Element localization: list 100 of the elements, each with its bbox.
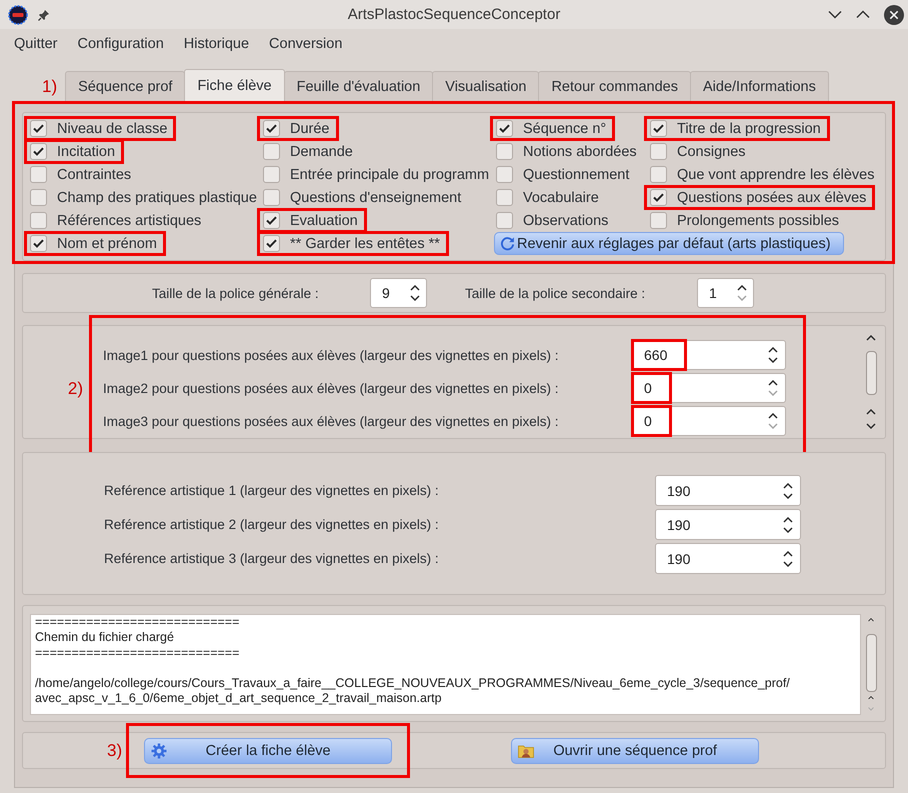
scrollbar-thumb[interactable] — [866, 634, 876, 692]
chevron-up-icon[interactable] — [783, 550, 793, 556]
checkmark-icon — [266, 216, 277, 225]
spin-box[interactable]: 0 — [632, 373, 786, 403]
minimize-icon[interactable] — [828, 10, 842, 19]
checkbox[interactable] — [650, 189, 667, 206]
spin-box[interactable]: 1 — [697, 278, 754, 308]
checkbox[interactable] — [30, 235, 47, 252]
spin-box[interactable]: 660 — [632, 340, 786, 370]
open-sequence-button[interactable]: Ouvrir une séquence prof — [511, 738, 760, 764]
checkmark-icon — [266, 124, 277, 133]
checkbox[interactable] — [496, 166, 513, 183]
checkbox[interactable] — [263, 120, 280, 137]
log-text-area[interactable] — [30, 614, 861, 715]
checkbox-option[interactable]: Prolongements possibles — [650, 212, 840, 229]
create-sheet-button[interactable]: Créer la fiche élève — [144, 738, 392, 764]
checkbox-option[interactable]: Questionnement — [496, 166, 630, 183]
checkbox-option[interactable]: Niveau de classe — [30, 120, 168, 137]
scrollbar-thumb[interactable] — [866, 351, 876, 395]
checkmark-icon — [33, 147, 44, 156]
field-label: Taille de la police secondaire : — [465, 286, 646, 300]
checkbox-option[interactable]: Evaluation — [263, 212, 358, 229]
menu-item[interactable]: Quitter — [14, 36, 58, 60]
tab[interactable]: Visualisation — [432, 71, 540, 101]
chevron-up-icon[interactable] — [783, 482, 793, 488]
checkbox[interactable] — [263, 212, 280, 229]
checkbox[interactable] — [496, 143, 513, 160]
menu-item[interactable]: Configuration — [78, 36, 164, 60]
tab[interactable]: Aide/Informations — [690, 71, 829, 101]
chevron-down-icon[interactable] — [410, 295, 420, 301]
checkbox-option[interactable]: Contraintes — [30, 166, 132, 183]
checkbox[interactable] — [263, 166, 280, 183]
chevron-up-icon[interactable] — [410, 285, 420, 291]
checkbox[interactable] — [30, 212, 47, 229]
checkbox[interactable] — [263, 189, 280, 206]
checkbox-option[interactable]: Titre de la progression — [650, 120, 821, 137]
pin-icon[interactable] — [38, 8, 50, 20]
checkbox-option[interactable]: Séquence n° — [496, 120, 606, 137]
checkbox[interactable] — [496, 120, 513, 137]
checkbox[interactable] — [496, 212, 513, 229]
spin-box[interactable]: 190 — [655, 475, 801, 506]
field-label: Reférence artistique 1 (largeur des vignettes en pixels) : — [104, 483, 440, 498]
close-icon[interactable] — [884, 4, 904, 24]
chevron-up-icon[interactable] — [768, 413, 778, 419]
checkbox[interactable] — [30, 120, 47, 137]
tab[interactable]: Feuille d'évaluation — [284, 71, 434, 101]
window-title: ArtsPlastocSequenceConceptor — [348, 6, 560, 23]
folder-icon — [518, 742, 534, 758]
log-line: Chemin du fichier chargé — [35, 630, 175, 646]
log-line: /home/angelo/college/cours/Cours_Travaux_a_faire__COLLEGE_NOUVEAUX_PROGRAMMES/Niveau_6eme_cycle_3/sequence_prof/ — [35, 676, 791, 692]
checkbox-option[interactable]: Vocabulaire — [496, 189, 599, 206]
checkbox-option[interactable]: Champ des pratiques plastique — [30, 189, 257, 206]
chevron-up-icon[interactable] — [768, 380, 778, 386]
checkbox[interactable] — [650, 120, 667, 137]
menu-item[interactable]: Historique — [184, 36, 250, 60]
checkbox-option[interactable]: Entrée principale du programm — [263, 166, 490, 183]
tab[interactable]: Retour commandes — [538, 71, 691, 101]
checkbox-option[interactable]: Que vont apprendre les élèves — [650, 166, 874, 183]
logo-icon — [8, 4, 28, 24]
chevron-down-icon[interactable] — [768, 357, 778, 363]
reset-defaults-button[interactable]: Revenir aux réglages par défaut (arts plastiques) — [494, 232, 844, 255]
chevron-up-icon[interactable] — [736, 285, 747, 291]
chevron-down-icon[interactable] — [783, 526, 793, 532]
chevron-up-icon[interactable] — [783, 516, 793, 522]
menu-item[interactable]: Conversion — [269, 36, 342, 60]
chevron-down-icon[interactable] — [783, 560, 793, 566]
checkbox-option[interactable]: ** Garder les entêtes ** — [263, 235, 440, 252]
checkbox[interactable] — [30, 143, 47, 160]
checkbox[interactable] — [263, 235, 280, 252]
spin-box[interactable]: 190 — [655, 543, 801, 574]
checkbox-option[interactable]: Observations — [496, 212, 608, 229]
checkbox[interactable] — [30, 189, 47, 206]
checkbox-option[interactable]: Références artistiques — [30, 212, 202, 229]
spin-box[interactable]: 0 — [632, 406, 786, 436]
chevron-up-icon[interactable] — [866, 409, 876, 415]
checkbox[interactable] — [30, 166, 47, 183]
checkbox[interactable] — [496, 189, 513, 206]
checkbox-option[interactable]: Durée — [263, 120, 330, 137]
checkbox-option[interactable]: Questions d'enseignement — [263, 189, 462, 206]
checkbox-option[interactable]: Nom et prénom — [30, 235, 157, 252]
checkbox[interactable] — [650, 143, 667, 160]
checkbox-option[interactable]: Notions abordées — [496, 143, 637, 160]
checkbox-option[interactable]: Consignes — [650, 143, 746, 160]
checkbox[interactable] — [263, 143, 280, 160]
tab[interactable]: Fiche élève — [184, 69, 285, 101]
checkbox[interactable] — [650, 212, 667, 229]
chevron-down-icon[interactable] — [866, 423, 876, 429]
checkbox-option[interactable]: Incitation — [30, 143, 116, 160]
chevron-up-icon[interactable] — [866, 618, 876, 622]
checkbox[interactable] — [650, 166, 667, 183]
chevron-up-icon[interactable] — [866, 696, 876, 700]
spin-box[interactable]: 9 — [370, 278, 427, 308]
checkbox-option[interactable]: Questions posées aux élèves — [650, 189, 866, 206]
chevron-down-icon[interactable] — [783, 492, 793, 498]
maximize-icon[interactable] — [856, 10, 870, 19]
tab[interactable]: Séquence prof — [65, 71, 186, 101]
chevron-up-icon[interactable] — [768, 347, 778, 353]
checkbox-option[interactable]: Demande — [263, 143, 353, 160]
spin-box[interactable]: 190 — [655, 509, 801, 540]
chevron-up-icon[interactable] — [866, 335, 876, 341]
